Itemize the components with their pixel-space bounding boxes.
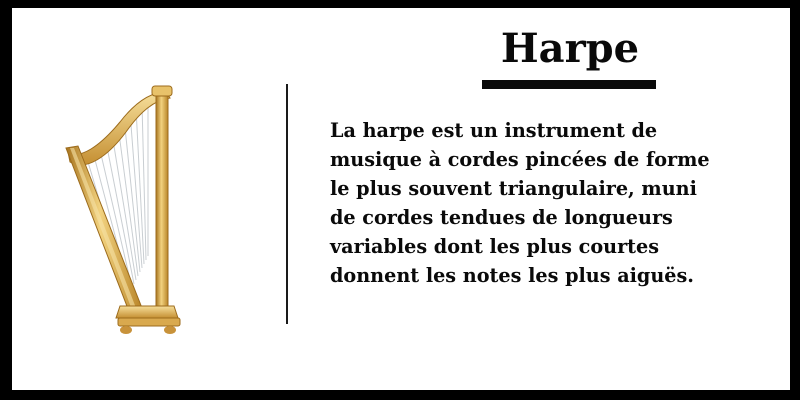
vertical-divider: [286, 84, 288, 324]
page-title: Harpe: [500, 25, 640, 72]
page-frame: Harpe La harpe est un instrument de musi…: [0, 0, 800, 400]
harp-icon: [65, 85, 181, 334]
description-line: de cordes tendues de longueurs: [330, 206, 673, 229]
description-line: La harpe est un instrument de: [330, 119, 658, 142]
info-card: Harpe La harpe est un instrument de musi…: [12, 8, 790, 390]
description-line: variables dont les plus courtes: [330, 235, 660, 258]
description-line: le plus souvent triangulaire, muni: [330, 177, 697, 200]
description-line: donnent les notes les plus aiguës.: [330, 264, 694, 287]
title-underline: [482, 80, 656, 89]
description-line: musique à cordes pincées de forme: [330, 148, 710, 171]
description-text: La harpe est un instrument de musique à …: [330, 116, 770, 290]
